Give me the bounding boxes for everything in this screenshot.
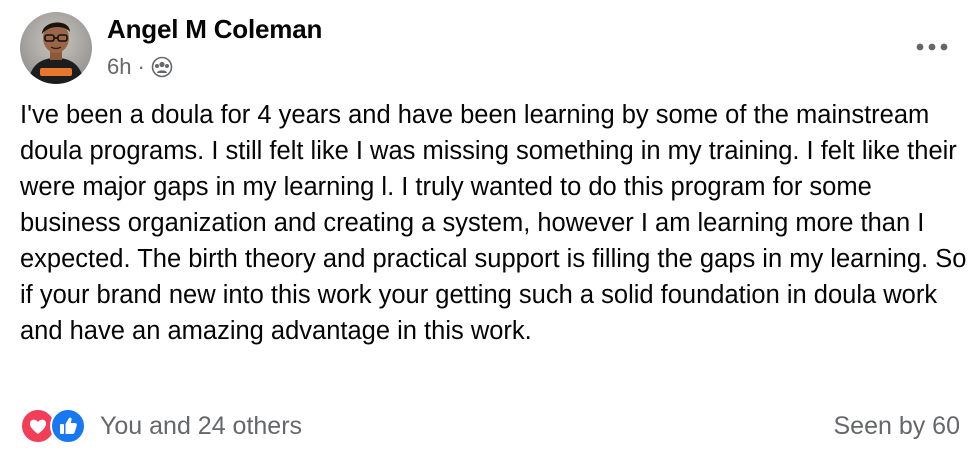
meta-separator: ·: [137, 54, 145, 79]
reaction-icons[interactable]: [20, 408, 86, 444]
post-footer: You and 24 others Seen by 60: [20, 404, 960, 448]
avatar[interactable]: [20, 12, 92, 84]
post-meta: 6h ·: [107, 52, 173, 82]
seen-by-count[interactable]: Seen by 60: [834, 412, 961, 441]
like-reaction-icon: [50, 408, 86, 444]
author-name[interactable]: Angel M Coleman: [107, 14, 322, 45]
more-options-button[interactable]: [912, 32, 952, 62]
post-card: Angel M Coleman 6h · I've been a doula f…: [0, 0, 978, 456]
friends-group-icon[interactable]: [151, 56, 173, 78]
post-body-text: I've been a doula for 4 years and have b…: [20, 101, 967, 345]
post-timestamp[interactable]: 6h: [107, 54, 131, 80]
profile-photo: [20, 12, 92, 84]
reactions-summary[interactable]: You and 24 others: [100, 412, 302, 441]
more-options-icon: [916, 43, 948, 51]
